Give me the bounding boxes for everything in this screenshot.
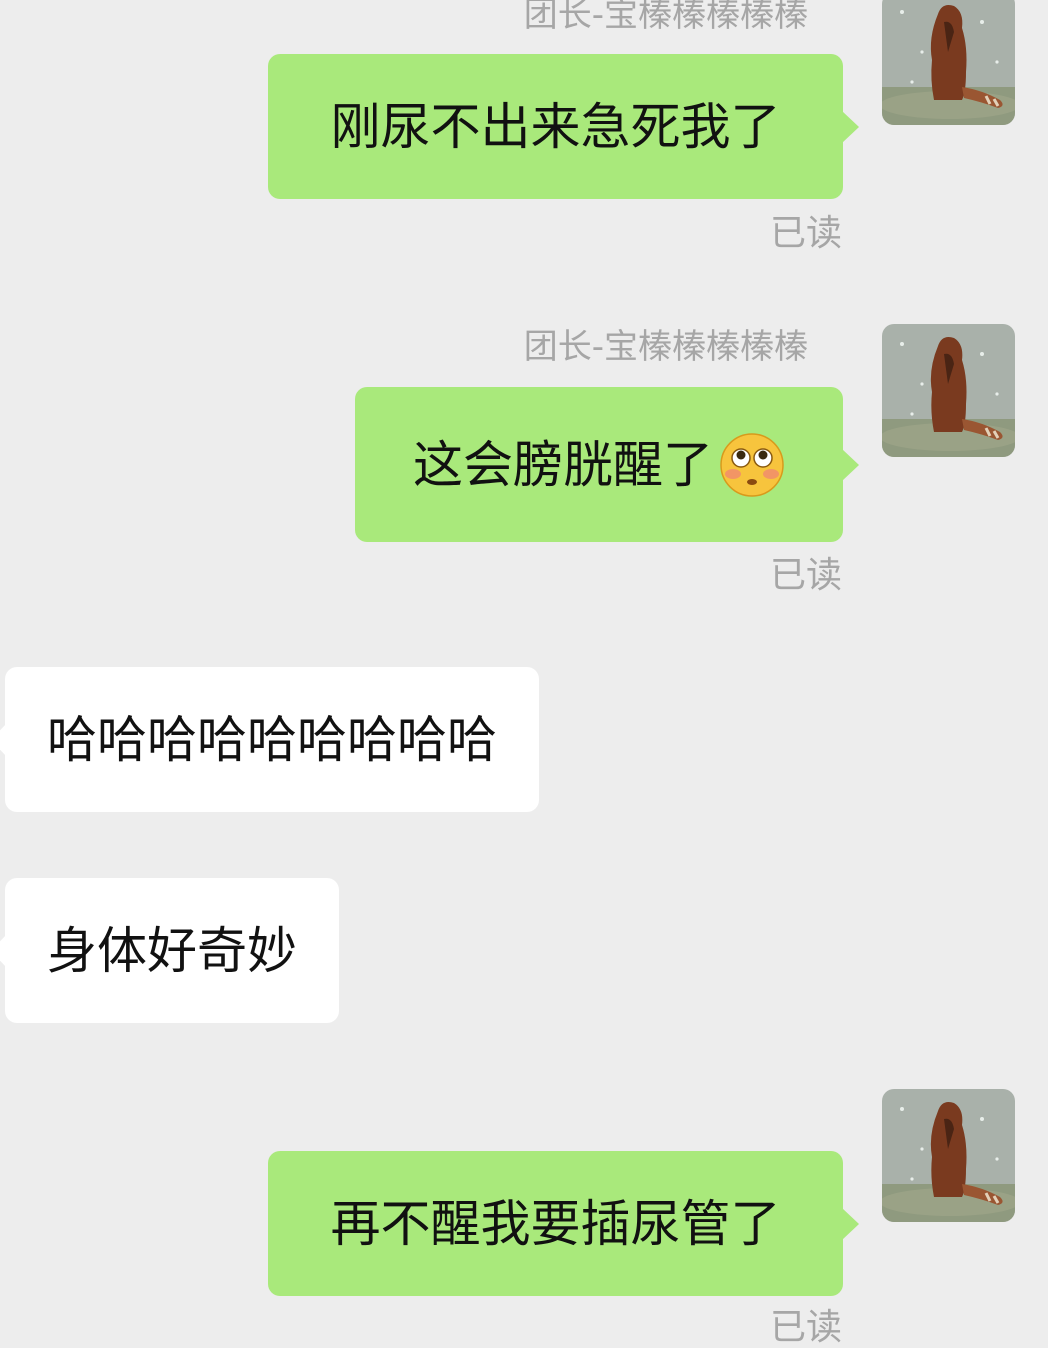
- message-bubble-incoming[interactable]: 身体好奇妙: [0, 878, 339, 1023]
- red-panda-avatar[interactable]: [882, 1089, 1015, 1222]
- message-text: 这会膀胱醒了: [413, 435, 713, 494]
- message-text: 再不醒我要插尿管了: [330, 1194, 781, 1253]
- message-bubble-incoming[interactable]: 哈哈哈哈哈哈哈哈哈: [0, 667, 539, 812]
- message-bubble-outgoing[interactable]: 这会膀胱醒了: [355, 387, 859, 542]
- sender-name: 团长-宝榛榛榛榛榛: [523, 0, 808, 35]
- red-panda-avatar[interactable]: [882, 0, 1015, 125]
- sender-name: 团长-宝榛榛榛榛榛: [523, 327, 808, 367]
- message-bubble-outgoing[interactable]: 刚尿不出来急死我了: [268, 54, 859, 199]
- flushed-face-icon: [719, 432, 785, 498]
- message-text: 哈哈哈哈哈哈哈哈哈: [47, 710, 497, 769]
- read-status: 已读: [769, 213, 842, 254]
- message-text: 刚尿不出来急死我了: [330, 97, 781, 156]
- message-bubble-outgoing[interactable]: 再不醒我要插尿管了: [268, 1151, 859, 1296]
- red-panda-avatar[interactable]: [882, 324, 1015, 457]
- read-status: 已读: [769, 1307, 842, 1348]
- read-status: 已读: [769, 555, 842, 596]
- message-text: 身体好奇妙: [47, 921, 297, 980]
